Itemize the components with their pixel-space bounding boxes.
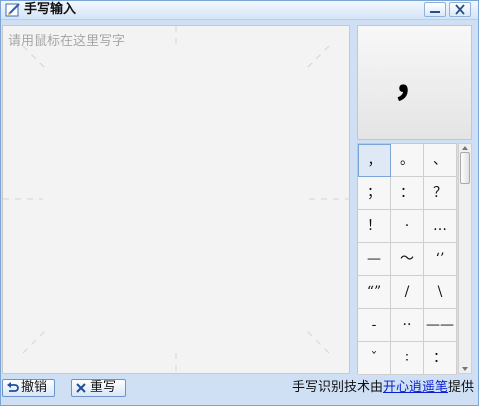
close-icon	[455, 4, 465, 15]
undo-label: 撤销	[21, 380, 48, 395]
close-button[interactable]	[449, 2, 471, 17]
candidate-cell[interactable]: …	[424, 210, 457, 243]
candidate-grid: ，。、；：？！ ·… — ～ ‘’ “” / \ - ·· —— ˇ ∶：	[357, 143, 457, 375]
candidate-cell[interactable]: ：	[391, 177, 424, 210]
bottom-toolbar: 撤销 重写 手写识别技术由开心逍遥笔提供	[1, 377, 478, 405]
candidate-cell[interactable]: “”	[358, 276, 391, 309]
rewrite-label: 重写	[90, 380, 117, 395]
window-title: 手写输入	[24, 2, 77, 17]
scroll-up-arrow-icon[interactable]	[461, 145, 469, 151]
minimize-icon	[430, 11, 440, 13]
candidate-scrollbar[interactable]	[458, 143, 472, 374]
credit-suffix: 提供	[447, 380, 474, 395]
preview-box: ，	[357, 25, 472, 140]
candidate-cell[interactable]: ！	[358, 210, 391, 243]
candidate-cell[interactable]: ；	[358, 177, 391, 210]
pad-hint: 请用鼠标在这里写字	[8, 34, 126, 49]
candidate-cell[interactable]: \	[424, 276, 457, 309]
undo-button[interactable]: 撤销	[2, 379, 55, 397]
candidate-cell[interactable]: 、	[424, 144, 457, 177]
preview-char: ，	[392, 55, 437, 106]
rewrite-button[interactable]: 重写	[71, 379, 126, 397]
candidate-cell[interactable]: ？	[424, 177, 457, 210]
candidate-cell[interactable]: 。	[391, 144, 424, 177]
minimize-button[interactable]	[424, 2, 446, 17]
x-icon	[76, 383, 86, 393]
candidate-cell[interactable]: ··	[391, 309, 424, 342]
writing-pad[interactable]: 请用鼠标在这里写字	[2, 25, 350, 374]
candidate-cell[interactable]: ：	[424, 342, 457, 375]
candidate-cell[interactable]: ‘’	[424, 243, 457, 276]
candidate-cell[interactable]: ～	[391, 243, 424, 276]
pen-pad-icon	[5, 2, 21, 18]
title-bar[interactable]: 手写输入	[1, 1, 478, 20]
candidate-cell[interactable]: /	[391, 276, 424, 309]
undo-arrow-icon	[7, 382, 19, 392]
credit-text: 手写识别技术由开心逍遥笔提供	[292, 380, 474, 396]
scroll-thumb[interactable]	[460, 152, 470, 184]
candidate-cell[interactable]: ，	[358, 144, 391, 177]
credit-link[interactable]: 开心逍遥笔	[383, 380, 448, 395]
candidate-cell[interactable]: —	[358, 243, 391, 276]
candidate-cell[interactable]: ——	[424, 309, 457, 342]
candidate-cell[interactable]: ∶	[391, 342, 424, 375]
candidate-cell[interactable]: ˇ	[358, 342, 391, 375]
candidate-cell[interactable]: -	[358, 309, 391, 342]
candidate-cell[interactable]: ·	[391, 210, 424, 243]
scroll-down-arrow-icon[interactable]	[461, 366, 469, 372]
handwriting-window: 手写输入 请用鼠标在这里写字 ， ， 。 、 ； ： ？ ！ · … — ～ ‘…	[0, 0, 479, 406]
credit-prefix: 手写识别技术由	[291, 380, 383, 395]
pad-guide-lines	[3, 26, 349, 373]
